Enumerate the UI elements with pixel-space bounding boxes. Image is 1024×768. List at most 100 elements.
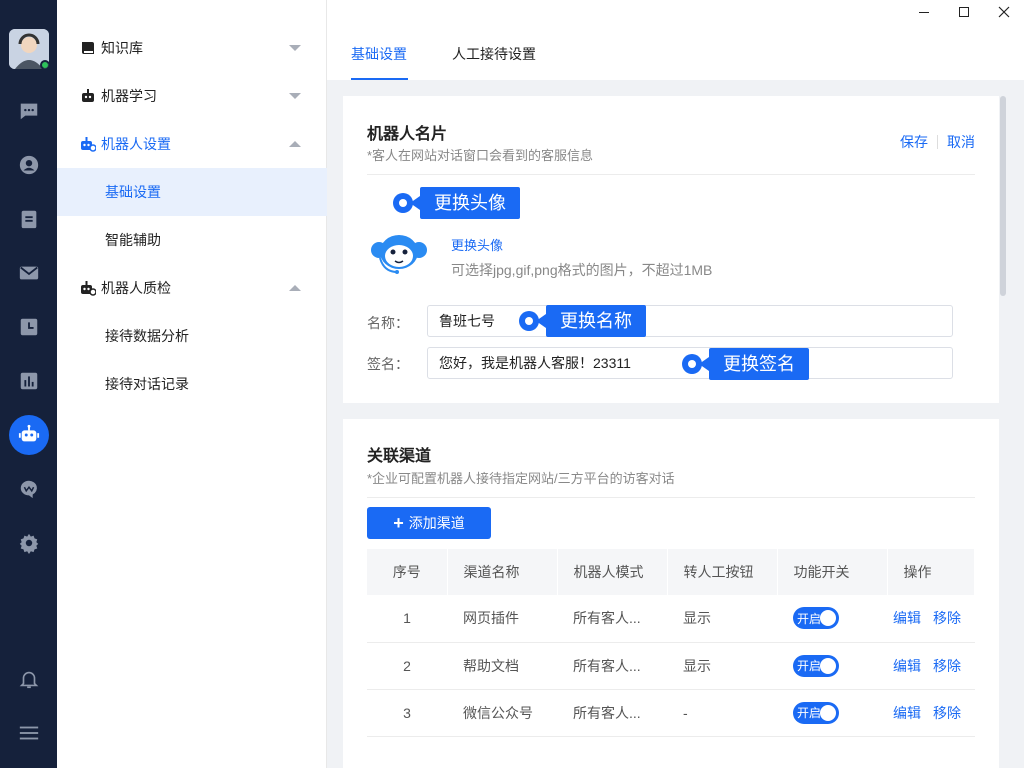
channel-name: 帮助文档: [447, 642, 557, 690]
table-header-row: 序号 渠道名称 机器人模式 转人工按钮 功能开关 操作: [367, 549, 975, 595]
robot-mode: 所有客人...: [557, 689, 667, 737]
nav-reception-logs[interactable]: 接待对话记录: [57, 360, 327, 408]
visitor-icon[interactable]: [14, 150, 44, 180]
menu-icon[interactable]: [14, 718, 44, 748]
nav-robot-qc[interactable]: 机器人质检: [57, 264, 327, 312]
stats-icon[interactable]: [14, 366, 44, 396]
column-header: 操作: [887, 549, 975, 595]
transfer-button-status: 显示: [667, 595, 777, 643]
plus-icon: +: [393, 513, 404, 533]
divider: [937, 135, 938, 149]
settings-gear-icon[interactable]: [14, 528, 44, 558]
clipboard-icon[interactable]: [14, 204, 44, 234]
channel-name: 微信公众号: [447, 689, 557, 737]
callout-label: 更换名称: [536, 305, 646, 337]
history-icon[interactable]: [14, 312, 44, 342]
nav-label: 知识库: [101, 40, 143, 56]
robot-settings-icon: [80, 136, 96, 152]
close-icon[interactable]: [984, 0, 1024, 24]
divider: [367, 174, 975, 175]
active-tab-indicator: [351, 78, 408, 80]
nav-label: 智能辅助: [105, 232, 161, 248]
nav-label: 接待数据分析: [105, 328, 189, 344]
card-title: 关联渠道: [367, 448, 432, 465]
remove-link[interactable]: 移除: [933, 610, 961, 626]
wechat-icon[interactable]: [14, 474, 44, 504]
settings-tabs: 基础设置 人工接待设置: [327, 24, 1024, 80]
chevron-down-icon: [289, 45, 301, 51]
avatar-hint: 可选择jpg,gif,png格式的图片，不超过1MB: [451, 262, 713, 278]
callout-label: 更换签名: [699, 348, 809, 380]
monkey-mascot-icon: [371, 235, 427, 274]
window-controls: [904, 0, 1024, 24]
robot-mode: 所有客人...: [557, 642, 667, 690]
robot-icon[interactable]: [9, 415, 49, 455]
change-avatar-link[interactable]: 更换头像: [451, 235, 503, 254]
row-number: 1: [367, 595, 447, 643]
name-field[interactable]: 鲁班七号: [427, 305, 953, 337]
edit-link[interactable]: 编辑: [893, 610, 921, 626]
bell-icon[interactable]: [14, 664, 44, 694]
nav-label: 基础设置: [105, 184, 161, 200]
card-description: *客人在网站对话窗口会看到的客服信息: [367, 148, 594, 163]
channel-name: 网页插件: [447, 595, 557, 643]
column-header: 机器人模式: [557, 549, 668, 595]
row-number: 3: [367, 689, 447, 737]
remove-link[interactable]: 移除: [933, 705, 961, 721]
tab-manual-reception[interactable]: 人工接待设置: [452, 44, 536, 64]
settings-subnav: 知识库 机器学习 机器人设置 基础设置 智能辅助 机器人质检 接待数据分析 接待…: [57, 0, 327, 768]
table-row: 2 帮助文档 所有客人... 显示 开启 编辑 移除: [367, 642, 975, 690]
nav-smart-assist[interactable]: 智能辅助: [57, 216, 327, 264]
callout-label: 更换头像: [410, 187, 520, 219]
edit-link[interactable]: 编辑: [893, 658, 921, 674]
robot-avatar-image[interactable]: [369, 230, 429, 278]
feature-toggle[interactable]: 开启: [793, 607, 839, 630]
nav-label: 机器学习: [101, 88, 157, 104]
card-actions: 保存 取消: [900, 132, 975, 152]
feature-toggle[interactable]: 开启: [793, 701, 839, 724]
signature-label: 签名：: [367, 356, 409, 372]
edit-link[interactable]: 编辑: [893, 705, 921, 721]
maximize-icon[interactable]: [944, 0, 984, 24]
avatar[interactable]: [9, 29, 49, 69]
icon-rail: [0, 0, 57, 768]
robot-qc-icon: [80, 280, 96, 296]
row-number: 2: [367, 642, 447, 690]
nav-knowledge-base[interactable]: 知识库: [57, 24, 327, 72]
minimize-icon[interactable]: [904, 0, 944, 24]
chat-icon[interactable]: [14, 96, 44, 126]
column-header: 序号: [367, 549, 448, 595]
nav-robot-settings[interactable]: 机器人设置: [57, 120, 327, 168]
nav-machine-learning[interactable]: 机器学习: [57, 72, 327, 120]
scrollbar[interactable]: [1000, 96, 1006, 296]
robot-profile-card: 机器人名片 *客人在网站对话窗口会看到的客服信息 保存 取消 更换头像 更换头像…: [343, 96, 999, 403]
add-channel-button[interactable]: + 添加渠道: [367, 507, 491, 539]
transfer-button-status: 显示: [667, 642, 777, 690]
mail-icon[interactable]: [14, 258, 44, 288]
channel-table: 序号 渠道名称 机器人模式 转人工按钮 功能开关 操作 1 网页插件 所有客人.…: [367, 549, 975, 737]
feature-toggle[interactable]: 开启: [793, 654, 839, 677]
button-label: 添加渠道: [408, 515, 465, 531]
name-callout: 更换名称: [519, 305, 646, 337]
card-title: 机器人名片: [367, 126, 448, 143]
tab-basic-settings[interactable]: 基础设置: [351, 44, 407, 64]
card-description: *企业可配置机器人接待指定网站/三方平台的访客对话: [367, 471, 675, 486]
chevron-up-icon: [289, 141, 301, 147]
remove-link[interactable]: 移除: [933, 658, 961, 674]
chevron-down-icon: [289, 93, 301, 99]
cancel-button[interactable]: 取消: [947, 132, 975, 152]
chevron-up-icon: [289, 285, 301, 291]
nav-basic-settings[interactable]: 基础设置: [57, 168, 327, 216]
online-status-dot: [40, 60, 49, 69]
column-header: 功能开关: [777, 549, 888, 595]
avatar-callout: 更换头像: [393, 187, 520, 219]
signature-callout: 更换签名: [682, 348, 809, 380]
book-icon: [80, 40, 96, 56]
transfer-button-status: -: [667, 689, 777, 737]
save-button[interactable]: 保存: [900, 132, 928, 152]
column-header: 渠道名称: [447, 549, 558, 595]
column-header: 转人工按钮: [667, 549, 778, 595]
nav-label: 机器人质检: [101, 280, 171, 296]
nav-reception-analytics[interactable]: 接待数据分析: [57, 312, 327, 360]
divider: [367, 497, 975, 498]
